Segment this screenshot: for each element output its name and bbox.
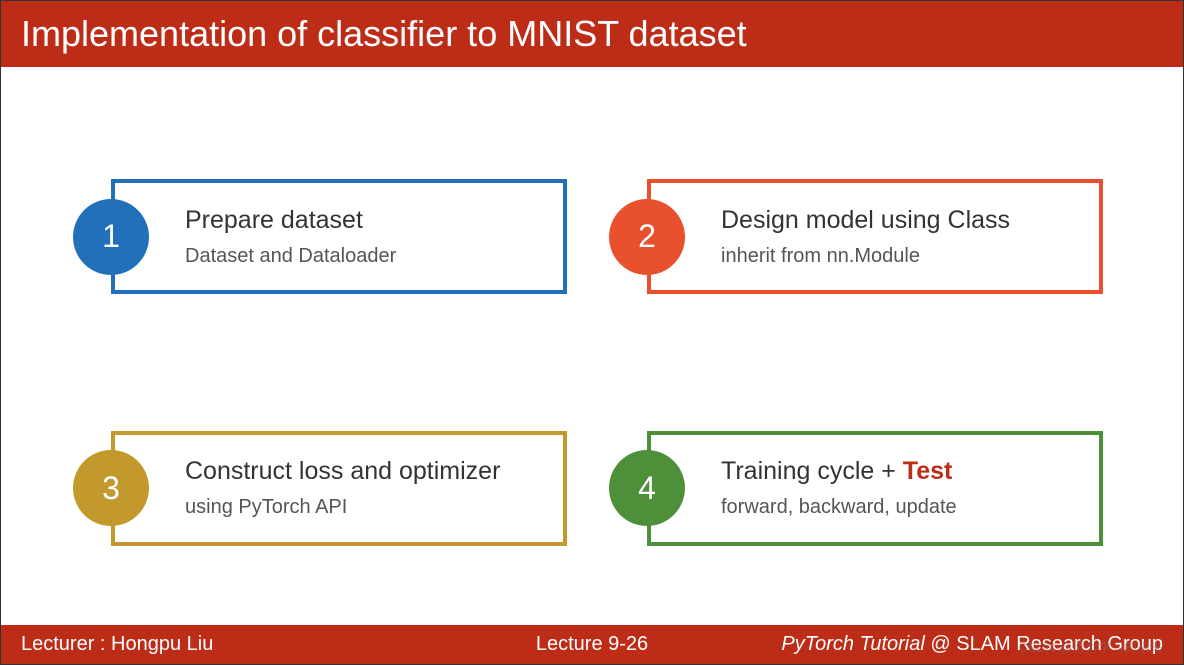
footer-tutorial-italic: PyTorch Tutorial (781, 633, 924, 655)
step-4-subtitle: forward, backward, update (721, 496, 1079, 519)
step-3-number-circle: 3 (73, 450, 149, 526)
step-4-title-prefix: Training cycle + (721, 457, 903, 485)
step-2-title: Design model using Class (721, 206, 1079, 235)
step-4-title-highlight: Test (903, 457, 953, 485)
step-2: 2 Design model using Class inherit from … (617, 179, 1103, 294)
step-4-box: Training cycle + Test forward, backward,… (647, 431, 1103, 546)
step-1-box: Prepare dataset Dataset and Dataloader (111, 179, 567, 294)
step-1-title: Prepare dataset (185, 206, 543, 235)
step-2-number: 2 (638, 218, 656, 255)
step-1: 1 Prepare dataset Dataset and Dataloader (81, 179, 567, 294)
step-2-subtitle: inherit from nn.Module (721, 245, 1079, 268)
step-3-title: Construct loss and optimizer (185, 457, 543, 486)
step-4-number: 4 (638, 470, 656, 507)
slide-title-bar: Implementation of classifier to MNIST da… (1, 1, 1183, 67)
step-3-subtitle: using PyTorch API (185, 496, 543, 519)
step-3: 3 Construct loss and optimizer using PyT… (81, 431, 567, 546)
footer-lecturer: Lecturer : Hongpu Liu (21, 633, 213, 656)
slide-footer: Lecturer : Hongpu Liu Lecture 9-26 PyTor… (1, 625, 1183, 664)
slide-content: 1 Prepare dataset Dataset and Dataloader… (1, 86, 1183, 619)
step-2-box: Design model using Class inherit from nn… (647, 179, 1103, 294)
step-1-number-circle: 1 (73, 199, 149, 275)
step-3-box: Construct loss and optimizer using PyTor… (111, 431, 567, 546)
watermark: CSDN @努力学习的未来 (1018, 637, 1163, 656)
step-1-subtitle: Dataset and Dataloader (185, 245, 543, 268)
step-4-number-circle: 4 (609, 450, 685, 526)
step-4-title: Training cycle + Test (721, 457, 1079, 486)
footer-lecture-number: Lecture 9-26 (536, 633, 648, 656)
step-4: 4 Training cycle + Test forward, backwar… (617, 431, 1103, 546)
step-1-number: 1 (102, 218, 120, 255)
slide-title: Implementation of classifier to MNIST da… (21, 13, 747, 54)
step-2-number-circle: 2 (609, 199, 685, 275)
step-3-number: 3 (102, 470, 120, 507)
